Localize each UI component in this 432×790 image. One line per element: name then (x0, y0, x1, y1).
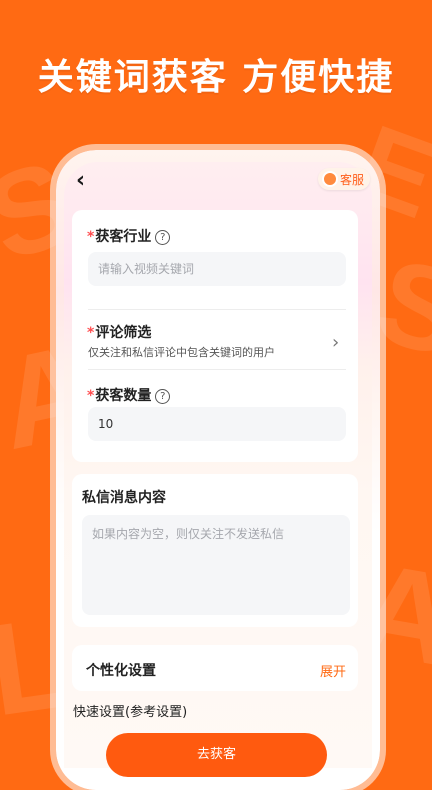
comment-filter-label: *评论筛选 (87, 325, 152, 341)
personal-label: 个性化设置 (86, 663, 156, 679)
chevron-left-icon[interactable]: ‹ (76, 170, 94, 192)
question-circle-icon[interactable]: ? (155, 389, 171, 404)
service-avatar-icon (322, 171, 338, 187)
chevron-right-icon[interactable]: › (332, 334, 339, 352)
question-circle-icon[interactable]: ? (155, 230, 171, 245)
submit-button[interactable]: 去获客 (106, 733, 327, 777)
expand-button[interactable]: 展开 (320, 661, 346, 680)
message-textarea[interactable]: 如果内容为空，则仅关注不发送私信 (82, 515, 350, 615)
industry-label: *获客行业? (87, 226, 171, 246)
industry-keyword-input[interactable]: 请输入视频关键词 (88, 252, 346, 286)
quantity-input[interactable]: 10 (88, 407, 346, 441)
message-label: 私信消息内容 (82, 490, 166, 506)
comment-filter-description: 仅关注和私信评论中包含关键词的用户 (88, 346, 275, 359)
quick-settings-label[interactable]: 快速设置(参考设置) (73, 701, 187, 720)
quantity-label: *获客数量? (87, 385, 171, 405)
service-label: 客服 (340, 172, 365, 187)
customer-service-button[interactable]: 客服 (318, 168, 370, 190)
divider (88, 369, 346, 370)
promo-headline: 关键词获客 方便快捷 (37, 57, 395, 98)
divider (88, 309, 346, 310)
